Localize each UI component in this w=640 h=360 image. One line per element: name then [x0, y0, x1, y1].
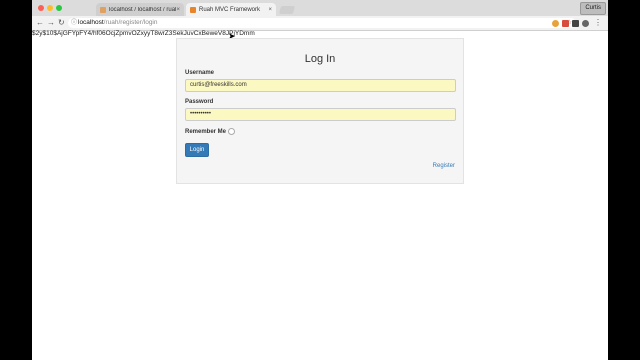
- tab-label: localhost / localhost / ruah | ta: [109, 6, 176, 13]
- login-card: Log In Username curtis@freeskills.com Pa…: [176, 38, 464, 184]
- remember-me: Remember Me: [185, 128, 236, 135]
- maximize-window-icon[interactable]: [56, 5, 62, 11]
- password-label: Password: [185, 99, 214, 105]
- profile-button[interactable]: Curtis: [580, 2, 606, 15]
- minimize-window-icon[interactable]: [47, 5, 53, 11]
- screen: localhost / localhost / ruah | ta × Ruah…: [32, 0, 608, 360]
- tab-label: Ruah MVC Framework: [199, 6, 261, 13]
- close-window-icon[interactable]: [38, 5, 44, 11]
- page-title: Log In: [304, 53, 336, 65]
- extension-icon[interactable]: [552, 20, 559, 27]
- username-label: Username: [185, 70, 215, 76]
- forward-icon[interactable]: →: [47, 18, 55, 27]
- register-link[interactable]: Register: [433, 163, 455, 169]
- browser-titlebar: localhost / localhost / ruah | ta × Ruah…: [32, 0, 608, 16]
- extension-icon[interactable]: [562, 20, 569, 27]
- address-bar[interactable]: ⓘ localhost/ruah/register/login ☆: [68, 18, 576, 28]
- tab-favicon-icon: [100, 6, 106, 13]
- username-input[interactable]: curtis@freeskills.com: [185, 79, 456, 92]
- hash-output: $2y$10$AjGFYpFY4/hf06OcjZpmvOZxyyT8wrZ3S…: [32, 30, 255, 37]
- password-input[interactable]: ••••••••••: [185, 108, 456, 121]
- reload-icon[interactable]: ↻: [58, 18, 65, 27]
- extension-icon[interactable]: [582, 20, 589, 27]
- address-host: localhost: [78, 19, 104, 26]
- chrome-menu-icon[interactable]: ⋮: [594, 18, 602, 27]
- login-button[interactable]: Login: [185, 143, 209, 157]
- address-path: /ruah/register/login: [103, 19, 158, 26]
- tab-favicon-icon: [190, 6, 196, 13]
- extension-icon[interactable]: [572, 20, 579, 27]
- tab-close-icon[interactable]: ×: [176, 7, 180, 13]
- info-icon[interactable]: ⓘ: [71, 18, 77, 28]
- remember-checkbox[interactable]: [228, 128, 236, 135]
- tab-ruah[interactable]: Ruah MVC Framework ×: [186, 3, 276, 16]
- new-tab-button[interactable]: [278, 6, 296, 14]
- back-icon[interactable]: ←: [36, 18, 44, 27]
- tab-phpmyadmin[interactable]: localhost / localhost / ruah | ta ×: [96, 3, 184, 16]
- remember-label: Remember Me: [185, 128, 227, 135]
- browser-toolbar: ← → ↻ ⓘ localhost/ruah/register/login ☆ …: [32, 16, 608, 31]
- tab-close-icon[interactable]: ×: [268, 7, 272, 13]
